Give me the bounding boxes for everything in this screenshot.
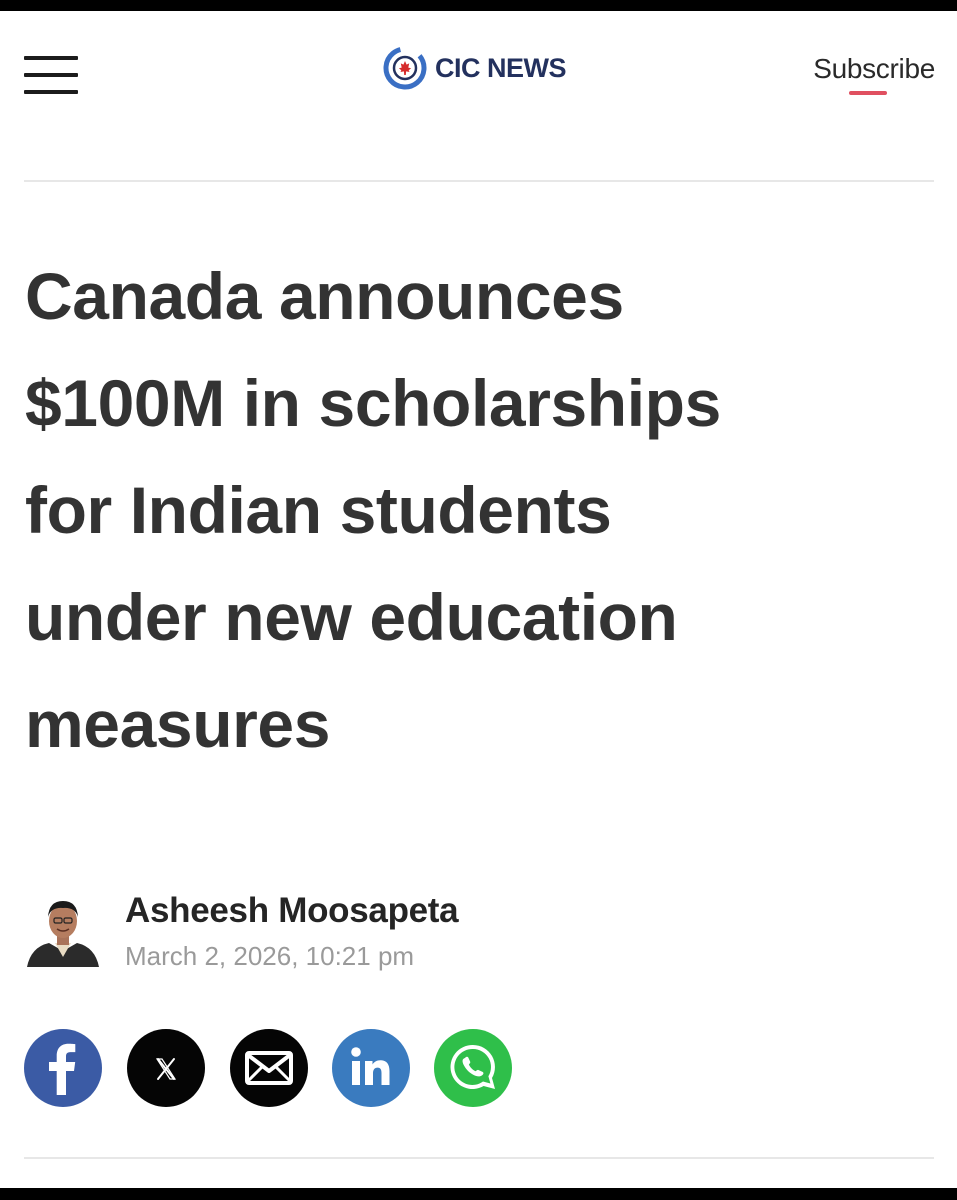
facebook-share-button[interactable] — [24, 1029, 102, 1107]
cic-maple-logo-icon — [383, 46, 427, 90]
site-logo[interactable]: CIC NEWS — [383, 46, 567, 90]
subscribe-link[interactable]: Subscribe — [813, 53, 935, 85]
hamburger-menu-icon[interactable] — [24, 54, 78, 100]
footer-divider — [24, 1157, 934, 1159]
email-icon — [245, 1051, 293, 1085]
whatsapp-share-button[interactable] — [434, 1029, 512, 1107]
subscribe-underline — [849, 91, 887, 95]
headline-line: under new education — [25, 580, 678, 654]
article-headline: Canada announces $100M in scholarships f… — [25, 243, 925, 778]
facebook-icon — [49, 1043, 76, 1095]
linkedin-icon — [351, 1047, 390, 1085]
linkedin-share-button[interactable] — [332, 1029, 410, 1107]
headline-line: for Indian students — [25, 473, 612, 547]
headline-line: Canada announces — [25, 259, 624, 333]
article-page: CIC NEWS Subscribe Canada announces $100… — [0, 11, 957, 1188]
header-divider — [24, 180, 934, 182]
author-avatar[interactable] — [27, 891, 99, 967]
menu-bar — [24, 90, 78, 94]
menu-bar — [24, 56, 78, 60]
publish-date: March 2, 2026, 10:21 pm — [125, 941, 415, 971]
menu-bar — [24, 73, 78, 77]
headline-line: measures — [25, 687, 331, 761]
whatsapp-icon — [450, 1044, 495, 1089]
x-share-button[interactable] — [127, 1029, 205, 1107]
brand-name: CIC NEWS — [435, 52, 567, 83]
email-share-button[interactable] — [230, 1029, 308, 1107]
x-icon — [155, 1058, 177, 1080]
author-name[interactable]: Asheesh Moosapeta — [125, 891, 459, 931]
headline-line: $100M in scholarships — [25, 366, 721, 440]
